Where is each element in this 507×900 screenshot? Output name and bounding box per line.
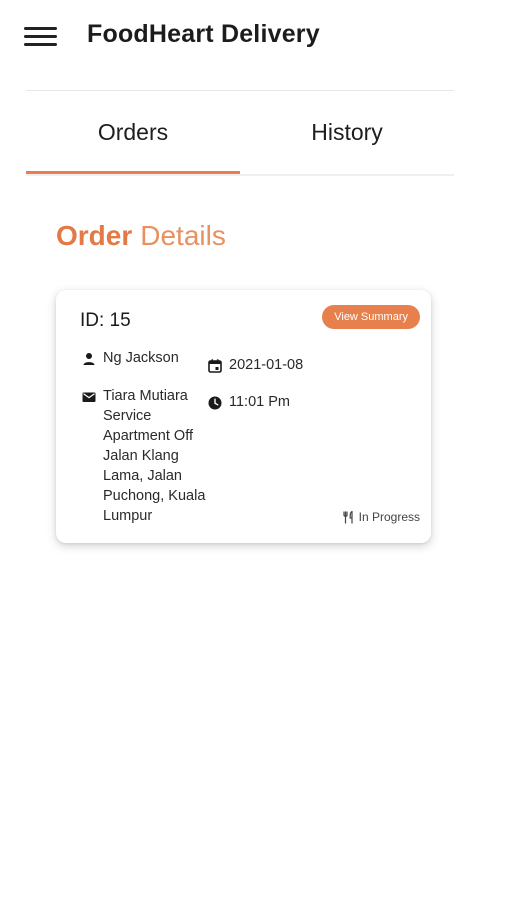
status-text: In Progress xyxy=(358,510,420,524)
time-row: 11:01 Pm xyxy=(208,394,290,410)
order-card[interactable]: ID: 15 View Summary Ng Jackson Tiara Mut… xyxy=(56,290,431,543)
order-date: 2021-01-08 xyxy=(229,357,304,373)
tab-history[interactable]: History xyxy=(240,92,454,172)
delivery-address: Tiara Mutiara Service Apartment Off Jala… xyxy=(103,388,206,524)
tab-orders[interactable]: Orders xyxy=(26,92,240,174)
person-icon xyxy=(83,353,95,365)
hamburger-menu-icon[interactable] xyxy=(24,24,58,48)
section-heading: Order Details xyxy=(56,220,226,252)
status-badge: In Progress xyxy=(343,510,420,524)
customer-row: Ng Jackson xyxy=(82,350,179,366)
mail-icon xyxy=(82,392,96,402)
order-time: 11:01 Pm xyxy=(229,394,290,410)
address-row: Tiara Mutiara Service Apartment Off Jala… xyxy=(82,388,213,526)
calendar-icon xyxy=(208,359,222,373)
date-row: 2021-01-08 xyxy=(208,357,303,373)
heading-strong: Order xyxy=(56,220,133,251)
utensils-icon xyxy=(343,510,353,523)
clock-icon xyxy=(208,396,222,410)
app-screen: FoodHeart Delivery Orders History Order D… xyxy=(0,0,507,900)
view-summary-button[interactable]: View Summary xyxy=(322,305,420,329)
app-title: FoodHeart Delivery xyxy=(87,20,320,48)
order-id: ID: 15 xyxy=(80,310,131,331)
heading-light: Details xyxy=(140,220,226,251)
tab-bar: Orders History xyxy=(26,92,454,176)
customer-name: Ng Jackson xyxy=(103,350,179,366)
